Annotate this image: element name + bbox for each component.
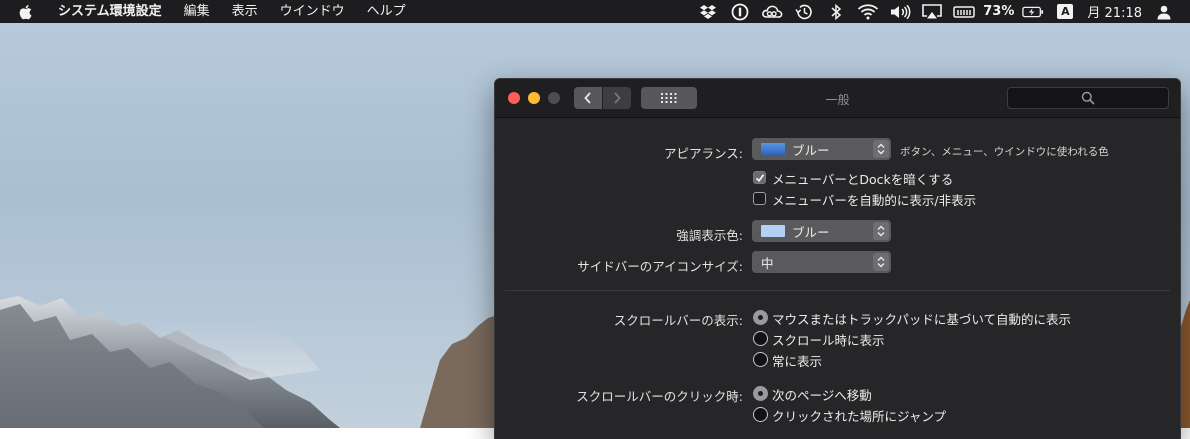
- scroll-click-next-page-radio[interactable]: [753, 386, 768, 401]
- scroll-show-always-radio[interactable]: [753, 352, 768, 367]
- menu-app-name[interactable]: システム環境設定: [50, 0, 173, 23]
- scroll-show-always-label[interactable]: 常に表示: [772, 351, 822, 370]
- dark-menubar-label[interactable]: メニューバーとDockを暗くする: [772, 169, 953, 188]
- appearance-value: ブルー: [792, 142, 830, 158]
- onepassword-icon[interactable]: [729, 0, 751, 23]
- menu-view[interactable]: 表示: [221, 0, 269, 23]
- search-icon: [1081, 91, 1095, 105]
- minimize-button[interactable]: [528, 92, 540, 104]
- section-divider: [505, 290, 1170, 291]
- show-all-button[interactable]: [641, 87, 697, 109]
- auto-hide-menubar-label[interactable]: メニューバーを自動的に表示/非表示: [772, 190, 976, 209]
- creative-cloud-icon[interactable]: [761, 0, 783, 23]
- search-input[interactable]: [1007, 87, 1169, 109]
- scroll-click-next-page-label[interactable]: 次のページへ移動: [772, 385, 872, 404]
- user-icon[interactable]: [1153, 0, 1175, 23]
- volume-icon[interactable]: [889, 0, 911, 23]
- popup-stepper-icon: [873, 253, 889, 271]
- close-button[interactable]: [508, 92, 520, 104]
- chevron-right-icon: [614, 92, 621, 104]
- highlight-color-value: ブルー: [792, 224, 830, 240]
- highlight-color-label: 強調表示色:: [676, 228, 743, 243]
- airplay-icon[interactable]: [921, 0, 943, 23]
- scroll-show-auto-radio[interactable]: [753, 310, 768, 325]
- grid-icon: [661, 93, 677, 103]
- battery-percent[interactable]: 73%: [983, 4, 1014, 19]
- dark-menubar-checkbox[interactable]: [753, 171, 766, 184]
- general-preferences-window: 一般 アピアランス: ブルー ボタン、メニュー、ウインドウに使われる色 メニュー…: [495, 79, 1180, 439]
- forward-button[interactable]: [603, 87, 631, 109]
- sidebar-icon-size-label: サイドバーのアイコンサイズ:: [577, 259, 743, 274]
- highlight-swatch: [761, 225, 785, 237]
- scroll-show-label: スクロールバーの表示:: [613, 313, 743, 328]
- wifi-icon[interactable]: [857, 0, 879, 23]
- auto-hide-menubar-checkbox[interactable]: [753, 192, 766, 205]
- back-forward-control: [574, 87, 631, 109]
- zoom-button[interactable]: [548, 92, 560, 104]
- scroll-show-scrolling-radio[interactable]: [753, 331, 768, 346]
- scroll-click-jump-label[interactable]: クリックされた場所にジャンプ: [772, 406, 946, 425]
- scroll-click-jump-radio[interactable]: [753, 407, 768, 422]
- memory-status-icon[interactable]: [953, 0, 976, 23]
- input-source-badge[interactable]: A: [1057, 4, 1074, 19]
- back-button[interactable]: [574, 87, 602, 109]
- window-titlebar[interactable]: 一般: [495, 79, 1180, 118]
- popup-stepper-icon: [873, 140, 889, 158]
- appearance-popup[interactable]: ブルー: [752, 138, 891, 160]
- chevron-left-icon: [584, 92, 591, 104]
- appearance-swatch: [761, 143, 785, 155]
- menu-window[interactable]: ウインドウ: [269, 0, 356, 23]
- apple-logo-icon[interactable]: [16, 0, 36, 23]
- sidebar-icon-size-value: 中: [761, 255, 774, 271]
- menu-bar: システム環境設定 編集 表示 ウインドウ ヘルプ 73% A 月 21:18: [0, 0, 1190, 23]
- appearance-note: ボタン、メニュー、ウインドウに使われる色: [900, 146, 1109, 158]
- bluetooth-icon[interactable]: [825, 0, 847, 23]
- popup-stepper-icon: [873, 222, 889, 240]
- menubar-clock[interactable]: 月 21:18: [1087, 2, 1142, 21]
- menu-edit[interactable]: 編集: [173, 0, 221, 23]
- scroll-show-auto-label[interactable]: マウスまたはトラックパッドに基づいて自動的に表示: [772, 309, 1071, 328]
- scroll-show-scrolling-label[interactable]: スクロール時に表示: [772, 330, 885, 349]
- battery-charging-icon[interactable]: [1022, 0, 1044, 23]
- menu-help[interactable]: ヘルプ: [356, 0, 417, 23]
- appearance-label: アピアランス:: [664, 146, 743, 161]
- scroll-click-label: スクロールバーのクリック時:: [576, 389, 743, 404]
- preferences-content: アピアランス: ブルー ボタン、メニュー、ウインドウに使われる色 メニューバーと…: [495, 118, 1180, 439]
- dropbox-icon[interactable]: [697, 0, 719, 23]
- checkmark-icon: [755, 173, 764, 182]
- sidebar-icon-size-popup[interactable]: 中: [752, 251, 891, 273]
- time-machine-icon[interactable]: [793, 0, 815, 23]
- highlight-color-popup[interactable]: ブルー: [752, 220, 891, 242]
